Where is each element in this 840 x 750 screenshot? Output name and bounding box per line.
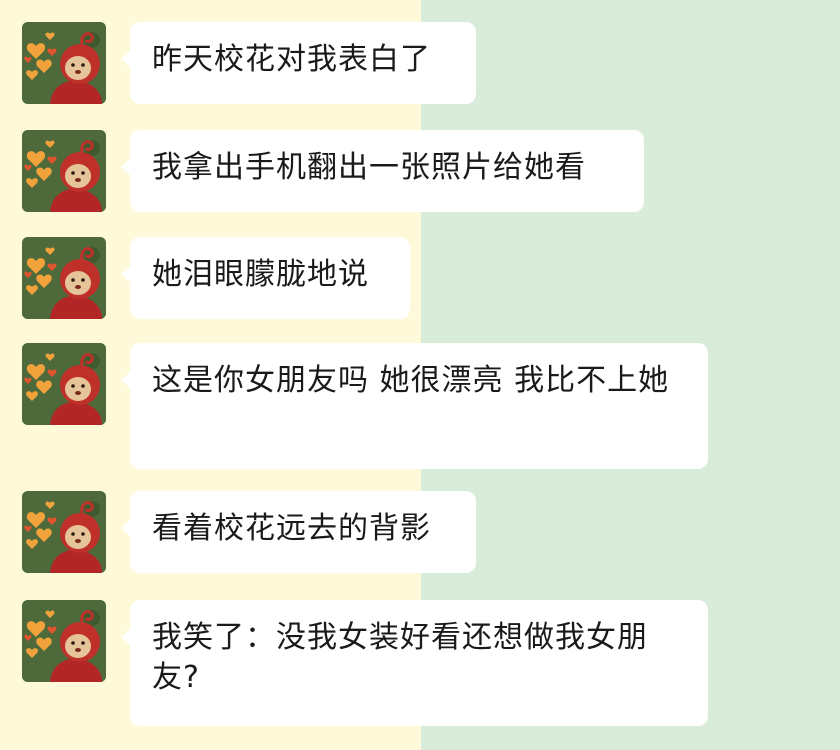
message-bubble[interactable]: 我笑了：没我女装好看还想做我女朋友? [121, 600, 708, 726]
avatar[interactable] [22, 343, 106, 425]
avatar[interactable] [22, 491, 106, 573]
teletubby-avatar-icon [22, 343, 106, 425]
teletubby-avatar-icon [22, 22, 106, 104]
avatar[interactable] [22, 130, 106, 212]
teletubby-avatar-icon [22, 600, 106, 682]
teletubby-avatar-icon [22, 130, 106, 212]
message-bubble[interactable]: 昨天校花对我表白了 [121, 22, 476, 104]
avatar[interactable] [22, 600, 106, 682]
avatar[interactable] [22, 237, 106, 319]
message-bubble[interactable]: 看着校花远去的背影 [121, 491, 476, 573]
avatar[interactable] [22, 22, 106, 104]
teletubby-avatar-icon [22, 237, 106, 319]
message-bubble[interactable]: 我拿出手机翻出一张照片给她看 [121, 130, 644, 212]
message-bubble[interactable]: 她泪眼朦胧地说 [121, 237, 410, 319]
teletubby-avatar-icon [22, 491, 106, 573]
message-bubble[interactable]: 这是你女朋友吗 她很漂亮 我比不上她 [121, 343, 708, 469]
